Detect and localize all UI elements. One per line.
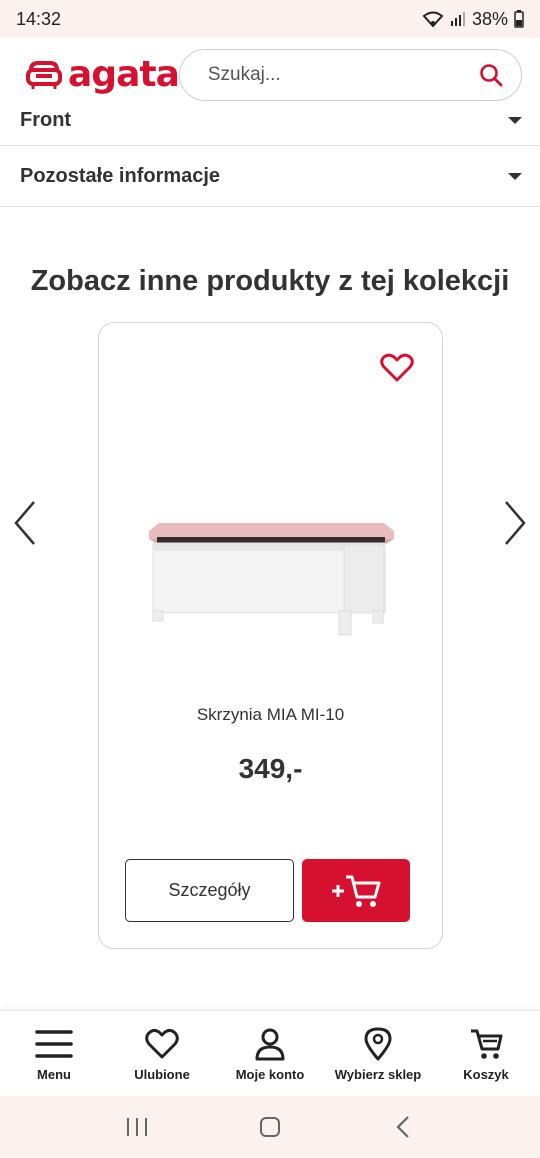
nav-label: Menu <box>37 1067 71 1082</box>
nav-label: Moje konto <box>235 1067 305 1082</box>
nav-label: Ulubione <box>134 1067 190 1082</box>
product-price: 349,- <box>238 753 303 784</box>
status-icons: 38% <box>422 9 524 30</box>
signal-icon <box>450 12 465 26</box>
search-input[interactable] <box>207 64 479 86</box>
section-title: Zobacz inne produkty z tej kolekcji <box>30 265 510 297</box>
battery-percent: 38% <box>471 8 508 29</box>
search-icon[interactable] <box>479 63 503 87</box>
nav-favorites[interactable]: Ulubione <box>108 1011 216 1096</box>
add-to-cart-button[interactable] <box>302 859 410 922</box>
nav-label: Koszyk <box>463 1067 509 1082</box>
add-to-cart-icon <box>332 875 381 907</box>
product-name[interactable]: Skrzynia MIA MI-10 <box>99 705 442 725</box>
chevron-down-icon <box>508 117 522 124</box>
product-image[interactable] <box>149 523 394 653</box>
hamburger-menu-icon <box>35 1030 73 1058</box>
carousel-prev-icon[interactable] <box>10 498 40 548</box>
accordion-label: Front <box>20 109 72 131</box>
shopping-cart-icon <box>471 1029 503 1059</box>
chevron-down-icon <box>508 173 522 180</box>
location-pin-icon <box>364 1027 392 1061</box>
logo-text: agata <box>68 54 180 95</box>
accordion-other-info[interactable]: Pozostałe informacje <box>0 147 540 207</box>
battery-icon <box>514 10 524 28</box>
sofa-logo-icon <box>26 61 62 89</box>
accordion-label: Pozostałe informacje <box>20 165 221 187</box>
logo[interactable]: agata <box>26 54 180 95</box>
home-icon[interactable] <box>240 1107 300 1147</box>
nav-label: Wybierz sklep <box>334 1067 422 1082</box>
back-icon[interactable] <box>373 1107 433 1147</box>
recent-apps-icon[interactable] <box>107 1107 167 1147</box>
site-header: agata <box>0 38 540 112</box>
wifi-icon <box>422 11 444 27</box>
details-button[interactable]: Szczegóły <box>125 859 294 922</box>
nav-account[interactable]: Moje konto <box>216 1011 324 1096</box>
nav-store[interactable]: Wybierz sklep <box>324 1011 432 1096</box>
user-icon <box>255 1028 285 1061</box>
system-navigation-bar <box>0 1096 540 1158</box>
status-time: 14:32 <box>16 8 62 29</box>
nav-cart[interactable]: Koszyk <box>432 1011 540 1096</box>
bottom-navigation: Menu Ulubione Moje konto Wybierz sklep K… <box>0 1010 540 1096</box>
carousel-next-icon[interactable] <box>500 498 530 548</box>
heart-icon <box>145 1028 179 1059</box>
heart-icon[interactable] <box>380 353 414 383</box>
nav-menu[interactable]: Menu <box>0 1011 108 1096</box>
status-bar: 14:32 38% <box>0 0 540 38</box>
search-box[interactable] <box>178 49 522 101</box>
product-card[interactable]: Skrzynia MIA MI-10 349,- Szczegóły <box>98 322 443 949</box>
